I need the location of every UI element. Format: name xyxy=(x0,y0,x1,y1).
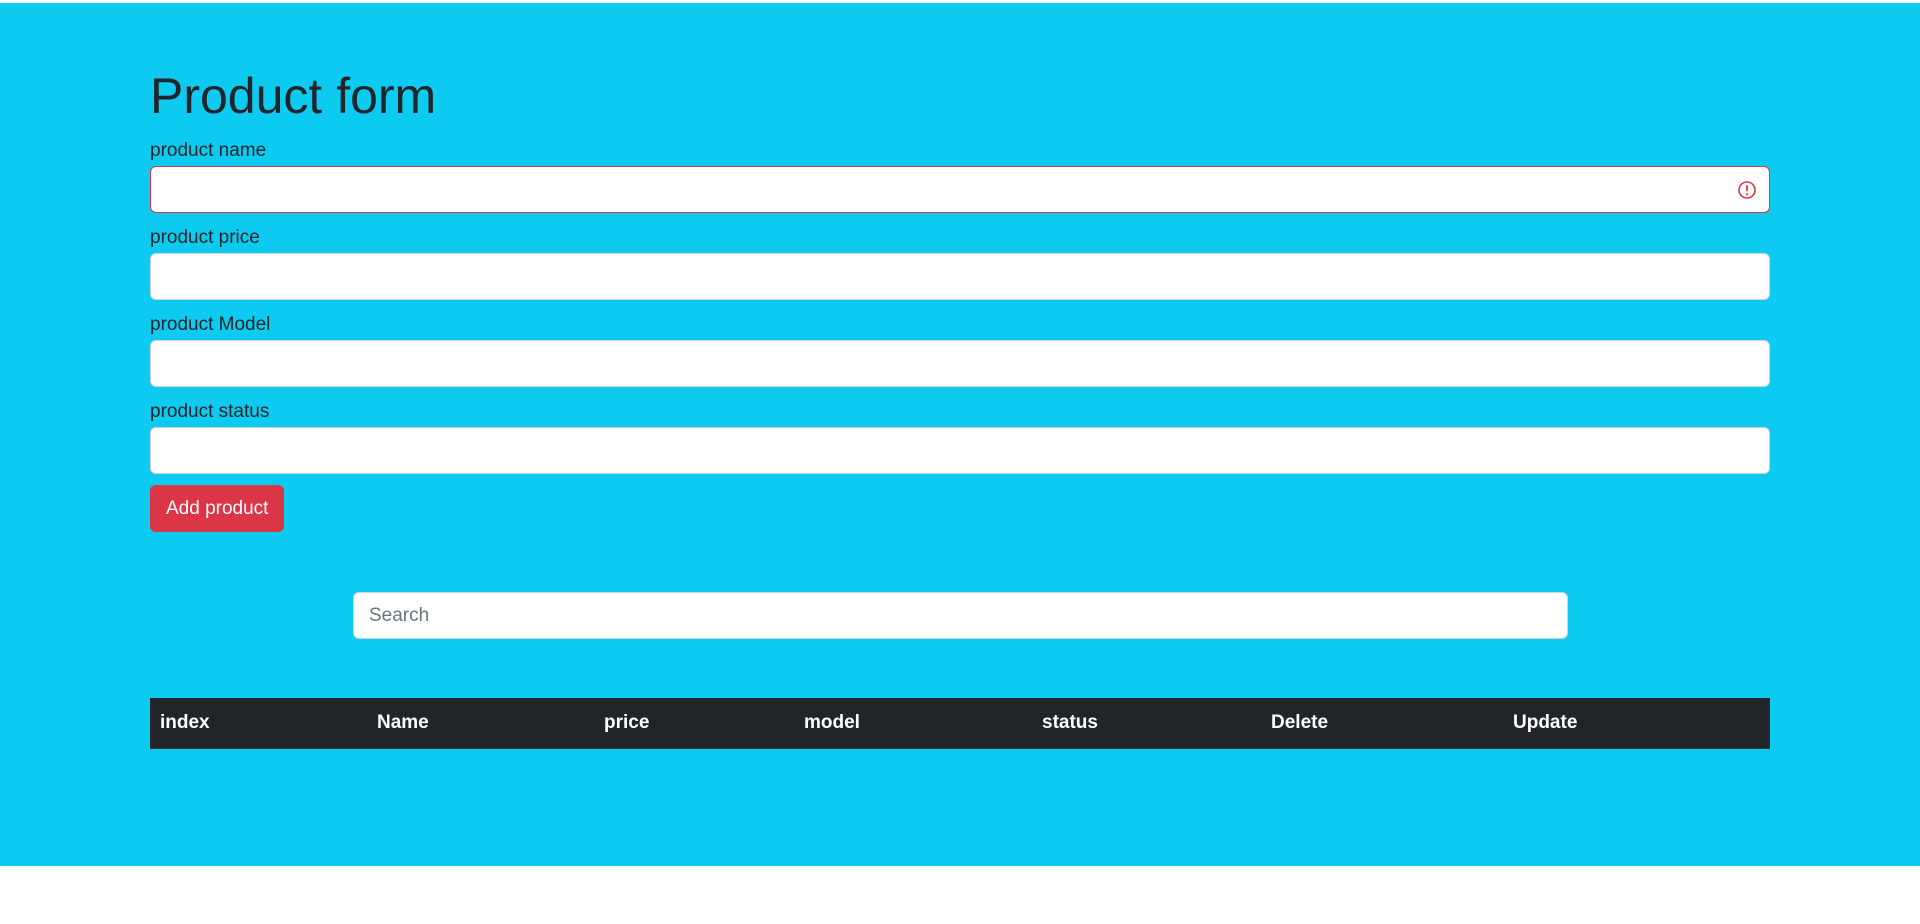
column-header-model: model xyxy=(794,698,1032,749)
column-header-name: Name xyxy=(367,698,594,749)
product-model-label: product Model xyxy=(150,314,271,335)
exclamation-circle-icon xyxy=(1738,181,1756,199)
column-header-status: status xyxy=(1032,698,1261,749)
product-status-label: product status xyxy=(150,401,270,422)
product-price-label: product price xyxy=(150,227,260,248)
page-title: Product form xyxy=(150,68,437,124)
column-header-price: price xyxy=(594,698,794,749)
product-name-label: product name xyxy=(150,140,267,161)
column-header-delete: Delete xyxy=(1261,698,1503,749)
add-product-button[interactable]: Add product xyxy=(150,485,285,532)
product-name-input[interactable] xyxy=(150,166,1770,213)
product-status-input[interactable] xyxy=(150,427,1770,474)
table-header: index Name price model status Delete Upd… xyxy=(150,698,1770,749)
products-table: index Name price model status Delete Upd… xyxy=(150,698,1770,749)
product-model-input[interactable] xyxy=(150,340,1770,387)
column-header-index: index xyxy=(150,698,367,749)
table-header-row: index Name price model status Delete Upd… xyxy=(150,698,1770,749)
product-price-input[interactable] xyxy=(150,253,1770,300)
page-background: Product form product name product price … xyxy=(0,3,1920,866)
column-header-update: Update xyxy=(1503,698,1770,749)
search-input[interactable] xyxy=(353,592,1568,639)
